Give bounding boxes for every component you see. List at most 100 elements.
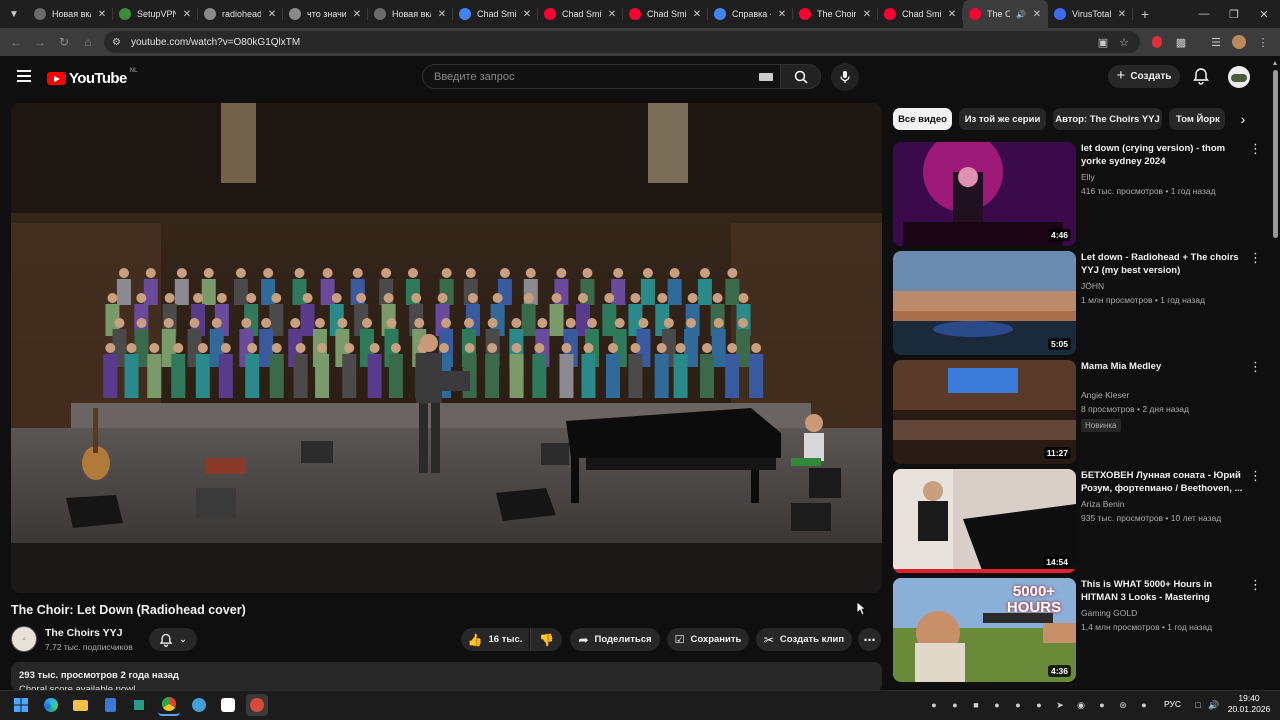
more-vertical-icon[interactable]: ⋮ bbox=[1249, 251, 1262, 264]
tab-close-icon[interactable]: ✕ bbox=[182, 9, 192, 20]
language-indicator[interactable]: РУС bbox=[1164, 699, 1181, 709]
tab-close-icon[interactable]: ✕ bbox=[947, 9, 957, 20]
tab-close-icon[interactable]: ✕ bbox=[1117, 9, 1127, 20]
chip-same-series[interactable]: Из той же серии bbox=[959, 108, 1046, 130]
browser-tab[interactable]: Chad Smit ✕ bbox=[623, 0, 708, 28]
tab-close-icon[interactable]: ✕ bbox=[692, 9, 702, 20]
recommendation-title[interactable]: Let down - Radiohead + The choirs YYJ (m… bbox=[1081, 251, 1245, 277]
notepad-icon[interactable] bbox=[99, 694, 121, 716]
recommendation-channel[interactable]: Gaming GOLD bbox=[1081, 608, 1137, 618]
search-button[interactable] bbox=[780, 64, 821, 89]
subscription-bell-button[interactable]: ⌄ bbox=[149, 628, 197, 651]
chip-thom-yorke[interactable]: Том Йорк bbox=[1169, 108, 1225, 130]
channel-name[interactable]: The Choirs YYJ bbox=[45, 627, 122, 639]
edge-browser-icon[interactable] bbox=[40, 694, 62, 716]
tab-close-icon[interactable]: ✕ bbox=[862, 9, 872, 20]
browser-tab[interactable]: Новая вкл ✕ bbox=[28, 0, 113, 28]
reading-list-icon[interactable]: ☰ bbox=[1207, 33, 1225, 51]
file-explorer-icon[interactable] bbox=[69, 694, 91, 716]
tab-audio-icon[interactable]: 🔊 bbox=[1016, 10, 1026, 19]
browser-menu-icon[interactable]: ⋮ bbox=[1254, 33, 1272, 51]
telegram-icon[interactable] bbox=[188, 694, 210, 716]
more-vertical-icon[interactable]: ⋮ bbox=[1249, 360, 1262, 373]
recommendation-channel[interactable]: Elly bbox=[1081, 172, 1095, 182]
like-button[interactable]: 👍 16 тыс. bbox=[461, 628, 529, 651]
more-vertical-icon[interactable]: ⋮ bbox=[1249, 469, 1262, 482]
terminal-app-icon[interactable] bbox=[128, 694, 150, 716]
browser-tab[interactable]: Chad Smit ✕ bbox=[878, 0, 963, 28]
browser-tab[interactable]: что значит ✕ bbox=[283, 0, 368, 28]
chips-next-chevron-icon[interactable]: › bbox=[1232, 108, 1254, 130]
video-player[interactable] bbox=[11, 103, 882, 593]
more-vertical-icon[interactable]: ⋮ bbox=[1249, 578, 1262, 591]
more-actions-button[interactable]: ⋯ bbox=[858, 628, 881, 651]
voice-search-button[interactable] bbox=[831, 63, 859, 91]
new-tab-button[interactable]: + bbox=[1133, 0, 1157, 28]
video-thumbnail[interactable]: 5:05 bbox=[893, 251, 1076, 355]
recommendation-title[interactable]: let down (crying version) - thom yorke s… bbox=[1081, 142, 1245, 168]
site-info-icon[interactable]: ⚙ bbox=[112, 37, 121, 48]
create-button[interactable]: + Создать bbox=[1108, 65, 1180, 88]
browser-tab[interactable]: Chad Smit ✕ bbox=[453, 0, 538, 28]
tray-chrome-icon[interactable]: ◉ bbox=[1073, 697, 1089, 713]
hamburger-menu-icon[interactable] bbox=[16, 68, 32, 84]
tray-bluetooth-icon[interactable]: ⊛ bbox=[1115, 697, 1131, 713]
browser-tab[interactable]: Новая вкл ✕ bbox=[368, 0, 453, 28]
volume-icon[interactable]: 🔊 bbox=[1206, 697, 1222, 713]
more-vertical-icon[interactable]: ⋮ bbox=[1249, 142, 1262, 155]
browser-tab[interactable]: Chad Smit ✕ bbox=[538, 0, 623, 28]
address-bar[interactable]: ⚙ youtube.com/watch?v=O80kG1QlxTM bbox=[104, 31, 1140, 53]
install-app-icon[interactable]: ▣ bbox=[1094, 33, 1112, 51]
dislike-button[interactable]: 👎 bbox=[530, 628, 562, 651]
browser-tab[interactable]: Справка - ✕ bbox=[708, 0, 793, 28]
extension-red-icon[interactable] bbox=[1148, 33, 1166, 51]
notifications-bell-icon[interactable] bbox=[1192, 67, 1210, 85]
app-active-icon[interactable] bbox=[246, 694, 268, 716]
scroll-up-arrow-icon[interactable]: ▲ bbox=[1270, 60, 1280, 70]
recommendation-item[interactable]: 14:54 БЕТХОВЕН Лунная соната - Юрий Розум… bbox=[893, 469, 1268, 573]
youtube-logo[interactable]: YouTube NL bbox=[47, 68, 137, 87]
description-box[interactable]: 293 тыс. просмотров 2 года назад Choral … bbox=[11, 662, 882, 692]
tray-icon-5[interactable]: ● bbox=[1010, 697, 1026, 713]
tab-search-chevron-icon[interactable]: ▼ bbox=[0, 0, 28, 28]
keyboard-icon[interactable] bbox=[759, 73, 773, 81]
tab-close-icon[interactable]: ✕ bbox=[1032, 9, 1042, 20]
tab-close-icon[interactable]: ✕ bbox=[352, 9, 362, 20]
bookmark-star-icon[interactable]: ☆ bbox=[1115, 33, 1133, 51]
recommendation-item[interactable]: 4:46 let down (crying version) - thom yor… bbox=[893, 142, 1268, 246]
windows-start-icon[interactable] bbox=[10, 694, 32, 716]
browser-tab[interactable]: SetupVPN ✕ bbox=[113, 0, 198, 28]
chip-all-videos[interactable]: Все видео bbox=[893, 108, 952, 130]
network-icon[interactable]: □ bbox=[1190, 697, 1206, 713]
browser-tab[interactable]: The Choir ✕ bbox=[793, 0, 878, 28]
minimize-icon[interactable]: — bbox=[1188, 0, 1220, 28]
reload-icon[interactable]: ↻ bbox=[52, 30, 76, 54]
search-input[interactable]: Введите запрос bbox=[422, 64, 780, 89]
chip-author[interactable]: Автор: The Choirs YYJ bbox=[1053, 108, 1162, 130]
recommendation-channel[interactable]: Ariza Benin bbox=[1081, 499, 1124, 509]
browser-tab[interactable]: VirusTotal ✕ bbox=[1048, 0, 1133, 28]
tray-icon-6[interactable]: ● bbox=[1031, 697, 1047, 713]
browser-tab[interactable]: radiohead ✕ bbox=[198, 0, 283, 28]
save-button[interactable]: ☑ Сохранить bbox=[667, 628, 749, 651]
tab-close-icon[interactable]: ✕ bbox=[607, 9, 617, 20]
recommendation-channel[interactable]: Angie Kleser bbox=[1081, 390, 1129, 400]
home-icon[interactable]: ⌂ bbox=[76, 30, 100, 54]
video-thumbnail[interactable]: 4:46 bbox=[893, 142, 1076, 246]
video-thumbnail[interactable]: 11:27 bbox=[893, 360, 1076, 464]
recommendation-title[interactable]: This is WHAT 5000+ Hours in HITMAN 3 Loo… bbox=[1081, 578, 1245, 604]
recommendation-channel[interactable]: JÖHN bbox=[1081, 281, 1104, 291]
tab-close-icon[interactable]: ✕ bbox=[437, 9, 447, 20]
maximize-icon[interactable]: ❐ bbox=[1218, 0, 1250, 28]
tray-telegram-icon[interactable]: ➤ bbox=[1052, 697, 1068, 713]
app-black-icon[interactable] bbox=[217, 694, 239, 716]
tray-icon-9[interactable]: ● bbox=[1094, 697, 1110, 713]
recommendation-title[interactable]: Mama Mia Medley bbox=[1081, 360, 1245, 373]
tray-icon-1[interactable]: ● bbox=[926, 697, 942, 713]
tray-icon-11[interactable]: ● bbox=[1136, 697, 1152, 713]
account-avatar[interactable] bbox=[1228, 66, 1250, 88]
chrome-taskbar-icon[interactable] bbox=[158, 694, 180, 716]
recommendation-title[interactable]: БЕТХОВЕН Лунная соната - Юрий Розум, фор… bbox=[1081, 469, 1245, 495]
extensions-puzzle-icon[interactable]: ▩ bbox=[1172, 33, 1190, 51]
channel-avatar[interactable]: ♫ bbox=[11, 626, 37, 652]
